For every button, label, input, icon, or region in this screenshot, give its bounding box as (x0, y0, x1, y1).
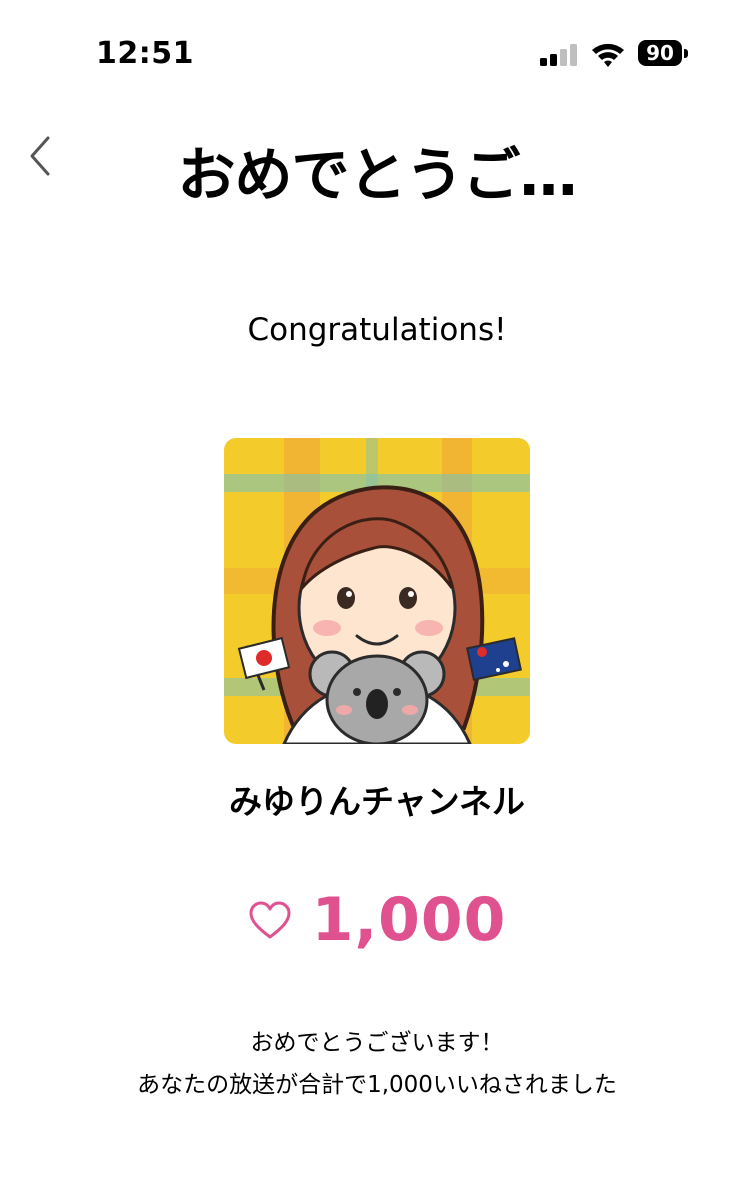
congrats-message: おめでとうございます！ あなたの放送が合計で1,000いいねされました (0, 1022, 754, 1106)
battery-level: 90 (638, 40, 682, 66)
wifi-icon (592, 43, 624, 67)
heart-outline-icon (249, 901, 291, 939)
likes-count: 1,000 (311, 885, 507, 955)
page-title: おめでとうご… (177, 141, 577, 209)
congratulations-heading: Congratulations! (247, 312, 507, 348)
message-line-2: あなたの放送が合計で1,000いいねされました (137, 1072, 617, 1098)
nav-bar: おめでとうご… (0, 120, 754, 209)
likes-counter: 1,000 (0, 880, 754, 960)
battery-icon: 90 (638, 40, 688, 68)
status-bar: 12:51 90 (0, 0, 754, 100)
signal-icon (540, 44, 577, 66)
message-line-1: おめでとうございます！ (250, 1030, 504, 1056)
status-time: 12:51 (96, 36, 194, 71)
avatar (224, 438, 530, 744)
channel-name: みゆりんチャンネル (228, 782, 525, 821)
